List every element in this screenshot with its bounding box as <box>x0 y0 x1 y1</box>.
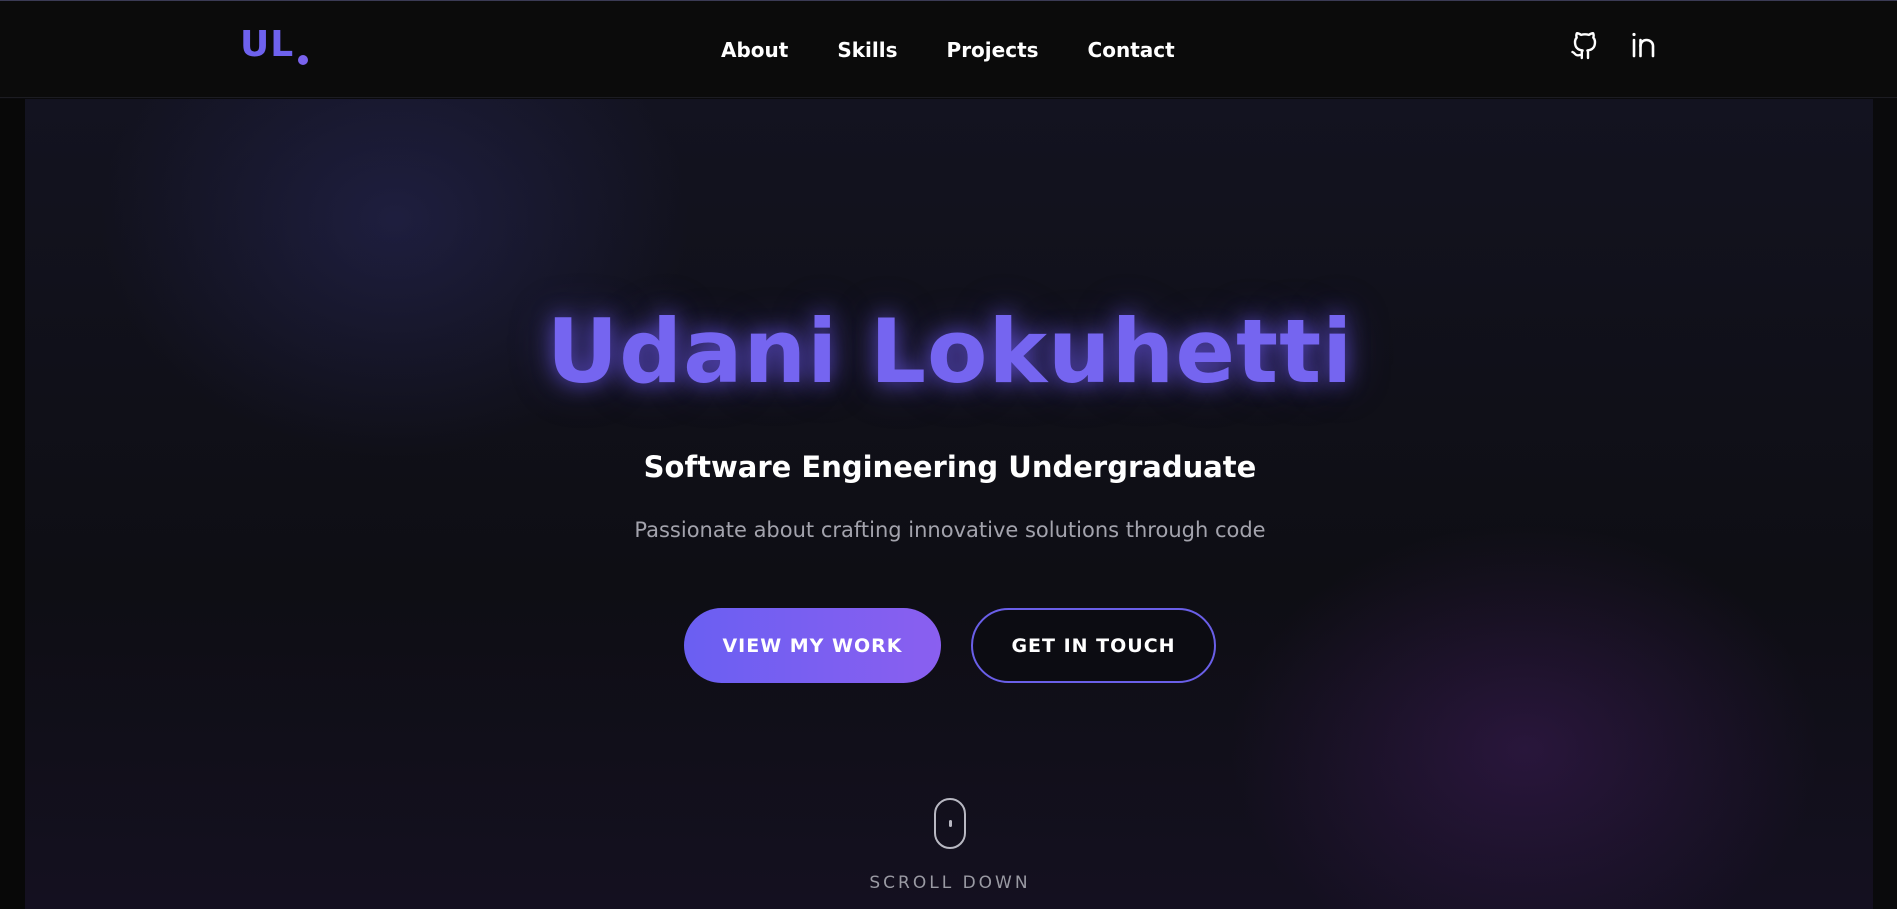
logo-text: UL <box>240 24 295 65</box>
nav-links: About Skills Projects Contact <box>721 37 1175 63</box>
social-links <box>1568 29 1660 61</box>
view-my-work-button[interactable]: VIEW MY WORK <box>684 608 941 683</box>
hero-section <box>25 99 1873 909</box>
hero-role: Software Engineering Undergraduate <box>643 450 1257 484</box>
portfolio-page: UL About Skills Projects Contact Udani L… <box>0 0 1897 909</box>
hero-name: Udani Lokuhetti <box>546 300 1354 403</box>
nav-link-projects[interactable]: Projects <box>947 37 1039 63</box>
get-in-touch-button[interactable]: GET IN TOUCH <box>971 608 1216 683</box>
github-icon[interactable] <box>1568 29 1600 61</box>
logo-dot <box>298 55 309 65</box>
right-edge <box>1873 99 1897 909</box>
nav-link-about[interactable]: About <box>721 37 788 63</box>
mouse-scroll-icon[interactable] <box>934 798 966 849</box>
scroll-down-label[interactable]: SCROLL DOWN <box>0 872 1897 894</box>
linkedin-icon[interactable] <box>1628 29 1660 61</box>
site-logo[interactable]: UL <box>240 23 309 67</box>
top-navbar: UL About Skills Projects Contact <box>0 0 1897 98</box>
hero-tagline: Passionate about crafting innovative sol… <box>634 518 1266 542</box>
nav-link-skills[interactable]: Skills <box>837 37 897 63</box>
left-edge <box>0 99 25 909</box>
mouse-wheel <box>949 820 952 827</box>
nav-link-contact[interactable]: Contact <box>1088 37 1175 63</box>
